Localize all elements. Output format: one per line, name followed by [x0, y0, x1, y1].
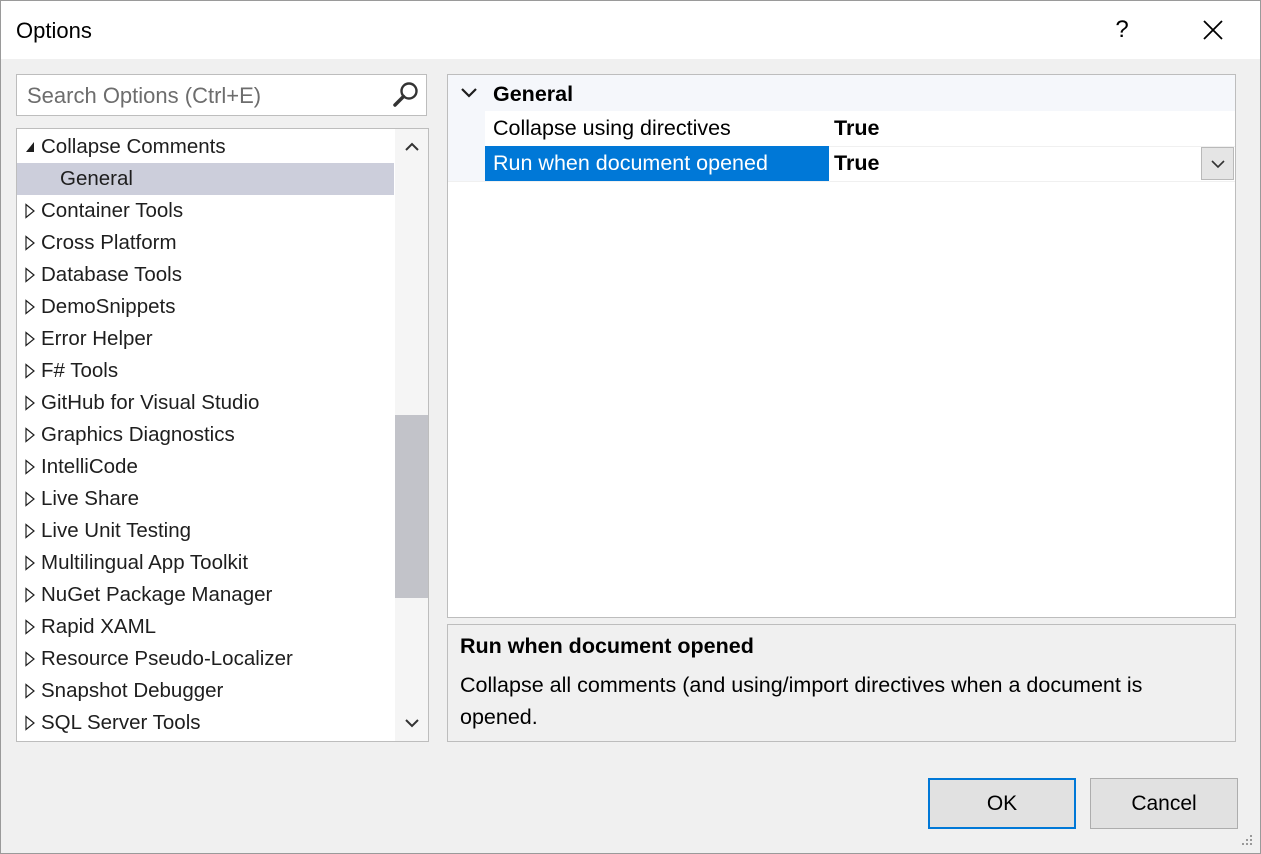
- chevron-up-icon: [404, 142, 419, 151]
- scroll-down-button[interactable]: [395, 705, 428, 741]
- collapsed-triangle-icon[interactable]: [23, 323, 37, 355]
- tree-item-label: Database Tools: [41, 263, 182, 286]
- collapsed-triangle-icon[interactable]: [23, 707, 37, 739]
- tree-item-label: Graphics Diagnostics: [41, 423, 235, 446]
- tree-item-label: F# Tools: [41, 359, 119, 382]
- property-name: Collapse using directives: [493, 116, 731, 140]
- tree-item[interactable]: Container Tools: [17, 195, 394, 227]
- tree-item[interactable]: Database Tools: [17, 259, 394, 291]
- tree-item[interactable]: Resource Pseudo-Localizer: [17, 643, 394, 675]
- tree-item[interactable]: General: [17, 163, 394, 195]
- close-button[interactable]: [1187, 1, 1239, 59]
- search-input[interactable]: [25, 81, 389, 111]
- tree-item[interactable]: GitHub for Visual Studio: [17, 387, 394, 419]
- tree-item[interactable]: NuGet Package Manager: [17, 579, 394, 611]
- tree-list: Collapse Comments General Container Tools C…: [17, 129, 394, 739]
- window-title: Options: [16, 18, 92, 43]
- tree-item[interactable]: Graphics Diagnostics: [17, 419, 394, 451]
- tree-item-label: Rapid XAML: [41, 615, 157, 638]
- tree-item[interactable]: Live Unit Testing: [17, 515, 394, 547]
- resize-grip-icon[interactable]: [1240, 833, 1254, 847]
- tree-scrollbar[interactable]: [395, 129, 428, 741]
- tree-item[interactable]: Cross Platform: [17, 227, 394, 259]
- search-icon[interactable]: [392, 81, 420, 109]
- tree-item-label: Resource Pseudo-Localizer: [41, 647, 293, 670]
- description-text: Collapse all comments (and using/import …: [460, 673, 1143, 729]
- close-icon: [1203, 20, 1223, 40]
- tree-item-label: Container Tools: [41, 199, 184, 222]
- chevron-down-icon: [1210, 159, 1225, 168]
- tree-item-label: GitHub for Visual Studio: [41, 391, 260, 414]
- tree-item[interactable]: DemoSnippets: [17, 291, 394, 323]
- tree-item-label: Snapshot Debugger: [41, 679, 224, 702]
- collapsed-triangle-icon[interactable]: [23, 227, 37, 259]
- category-title: General: [493, 82, 574, 106]
- title-bar: Options ?: [1, 1, 1260, 59]
- tree-item[interactable]: Rapid XAML: [17, 611, 394, 643]
- collapsed-triangle-icon[interactable]: [23, 451, 37, 483]
- tree-item-label: Live Share: [41, 487, 140, 510]
- collapsed-triangle-icon[interactable]: [23, 419, 37, 451]
- tree-item[interactable]: Error Helper: [17, 323, 394, 355]
- tree-item-label: NuGet Package Manager: [41, 583, 273, 606]
- property-gutter: [448, 111, 485, 146]
- description-panel: Run when document opened Collapse all co…: [447, 624, 1236, 742]
- collapsed-triangle-icon[interactable]: [23, 675, 37, 707]
- options-tree: Collapse Comments General Container Tools C…: [16, 128, 429, 742]
- ok-button[interactable]: OK: [928, 778, 1076, 829]
- help-button[interactable]: ?: [1096, 1, 1148, 59]
- collapsed-triangle-icon[interactable]: [23, 483, 37, 515]
- collapsed-triangle-icon[interactable]: [23, 259, 37, 291]
- cancel-button[interactable]: Cancel: [1090, 778, 1238, 829]
- tree-item-label: DemoSnippets: [41, 295, 176, 318]
- tree-item-label: Cross Platform: [41, 231, 177, 254]
- collapsed-triangle-icon[interactable]: [23, 387, 37, 419]
- collapsed-triangle-icon[interactable]: [23, 355, 37, 387]
- tree-item-label: Live Unit Testing: [41, 519, 192, 542]
- tree-item[interactable]: F# Tools: [17, 355, 394, 387]
- tree-item-label: General: [60, 167, 133, 190]
- collapsed-triangle-icon[interactable]: [23, 547, 37, 579]
- tree-item[interactable]: Snapshot Debugger: [17, 675, 394, 707]
- tree-item-label: Multilingual App Toolkit: [41, 551, 249, 574]
- collapsed-triangle-icon[interactable]: [23, 195, 37, 227]
- description-title: Run when document opened: [460, 634, 754, 658]
- scroll-thumb[interactable]: [395, 415, 428, 598]
- property-row-run-when-opened[interactable]: Run when document opened True: [448, 146, 1235, 182]
- expanded-triangle-icon[interactable]: [23, 131, 37, 163]
- tree-item-label: IntelliCode: [41, 455, 138, 478]
- collapsed-triangle-icon[interactable]: [23, 579, 37, 611]
- tree-item[interactable]: SQL Server Tools: [17, 707, 394, 739]
- tree-item-label: SQL Server Tools: [41, 711, 201, 734]
- property-value[interactable]: True: [834, 111, 879, 146]
- value-dropdown-button[interactable]: [1201, 147, 1234, 180]
- search-box: [16, 74, 427, 116]
- tree-item[interactable]: IntelliCode: [17, 451, 394, 483]
- collapsed-triangle-icon[interactable]: [23, 643, 37, 675]
- tree-item-label: Collapse Comments: [41, 135, 226, 158]
- chevron-down-icon[interactable]: [460, 84, 478, 102]
- collapsed-triangle-icon[interactable]: [23, 291, 37, 323]
- tree-item[interactable]: Live Share: [17, 483, 394, 515]
- chevron-down-icon: [404, 719, 419, 728]
- tree-item-label: Error Helper: [41, 327, 153, 350]
- collapsed-triangle-icon[interactable]: [23, 515, 37, 547]
- property-grid: General Collapse using directives True R…: [447, 74, 1236, 618]
- property-value[interactable]: True: [834, 146, 879, 181]
- tree-item[interactable]: Multilingual App Toolkit: [17, 547, 394, 579]
- tree-item[interactable]: Collapse Comments: [17, 131, 394, 163]
- property-row-collapse-using[interactable]: Collapse using directives True: [448, 111, 1235, 147]
- property-gutter: [448, 146, 485, 181]
- collapsed-triangle-icon[interactable]: [23, 611, 37, 643]
- options-dialog: Options ? Collapse Comments General Contai…: [0, 0, 1261, 854]
- category-row[interactable]: General: [448, 75, 1235, 111]
- property-name: Run when document opened: [485, 146, 829, 181]
- scroll-up-button[interactable]: [395, 129, 428, 165]
